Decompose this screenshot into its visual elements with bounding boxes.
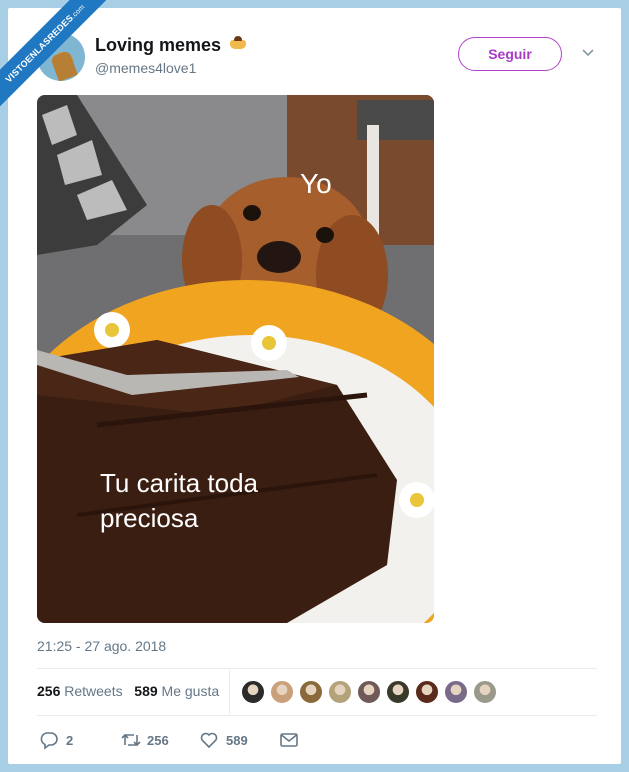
heart-icon bbox=[200, 732, 218, 749]
engagement-stats: 256 Retweets 589 Me gusta bbox=[37, 683, 219, 699]
tweet-photo[interactable] bbox=[37, 95, 434, 623]
liker-avatar[interactable] bbox=[473, 680, 497, 704]
caption-bottom: Tu carita toda preciosa bbox=[100, 468, 259, 533]
liker-avatar[interactable] bbox=[299, 680, 323, 704]
divider bbox=[37, 668, 597, 669]
caption-top: Yo bbox=[300, 168, 332, 199]
like-action-count: 589 bbox=[226, 733, 248, 748]
display-name[interactable]: Loving memes bbox=[95, 35, 221, 56]
likes-label[interactable]: Me gusta bbox=[162, 683, 220, 699]
liker-avatar[interactable] bbox=[357, 680, 381, 704]
pudding-emoji bbox=[228, 36, 248, 50]
follow-button[interactable]: Seguir bbox=[458, 37, 562, 71]
likes-count[interactable]: 589 bbox=[134, 683, 157, 699]
retweets-label[interactable]: Retweets bbox=[64, 683, 122, 699]
tweet-timestamp[interactable]: 21:25 - 27 ago. 2018 bbox=[37, 638, 166, 654]
retweets-count[interactable]: 256 bbox=[37, 683, 60, 699]
retweet-icon bbox=[121, 733, 141, 747]
reply-count: 2 bbox=[66, 733, 74, 748]
retweet-action-count: 256 bbox=[147, 733, 169, 748]
liker-avatar[interactable] bbox=[328, 680, 352, 704]
user-handle[interactable]: @memes4love1 bbox=[95, 60, 196, 76]
reply-icon bbox=[40, 732, 58, 750]
liker-avatar[interactable] bbox=[415, 680, 439, 704]
liker-avatar[interactable] bbox=[444, 680, 468, 704]
watermark-suffix: .com bbox=[70, 3, 87, 20]
stats-separator bbox=[229, 670, 230, 714]
divider bbox=[37, 715, 597, 716]
liker-avatar[interactable] bbox=[270, 680, 294, 704]
liker-avatar[interactable] bbox=[386, 680, 410, 704]
chevron-down-icon[interactable] bbox=[582, 48, 594, 58]
liker-avatar[interactable] bbox=[241, 680, 265, 704]
mail-icon bbox=[280, 733, 298, 747]
